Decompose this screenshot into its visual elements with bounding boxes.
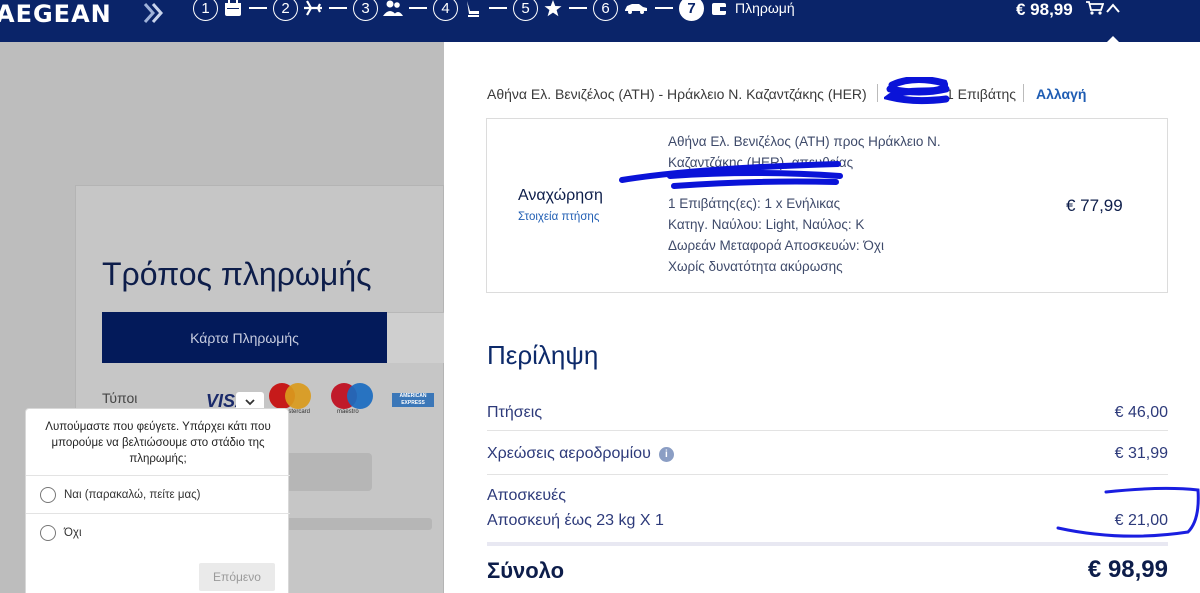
header-total-price: € 98,99 <box>1016 0 1073 19</box>
passengers-icon <box>383 0 403 17</box>
booking-steps: 1 2 3 4 5 6 7 Πληρωμή <box>193 0 795 22</box>
radio-button[interactable] <box>40 524 56 541</box>
option-label: Όχι <box>64 526 82 539</box>
step-connector <box>655 7 673 9</box>
survey-option-yes[interactable]: Ναι (παρακαλώ, πείτε μας) <box>26 475 290 513</box>
divider <box>487 430 1168 431</box>
step-label-payment: Πληρωμή <box>735 0 795 16</box>
total-divider <box>487 542 1168 546</box>
step-7-payment[interactable]: 7 Πληρωμή <box>679 0 795 21</box>
tab-payment-card[interactable]: Κάρτα Πληρωμής <box>102 312 387 363</box>
step-connector <box>409 7 427 9</box>
row-amount: € 31,99 <box>1114 445 1168 462</box>
flight-price: € 77,99 <box>1066 196 1123 215</box>
star-icon <box>543 0 563 17</box>
cart-icon[interactable] <box>1086 0 1105 21</box>
row-amount: € 21,00 <box>1114 512 1168 529</box>
trip-passengers: 1 Επιβάτης <box>946 86 1016 102</box>
survey-option-no[interactable]: Όχι <box>26 513 290 551</box>
step-number: 7 <box>679 0 704 21</box>
summary-row-baggage-item: Αποσκευή έως 23 kg X 1 € 21,00 <box>487 512 1168 530</box>
row-label: Πτήσεις <box>487 404 543 421</box>
summary-row-airport-fees: Χρεώσεις αεροδρομίου i € 31,99 <box>487 445 1168 463</box>
total-amount: € 98,99 <box>1087 556 1168 583</box>
chevron-up-icon[interactable] <box>1105 1 1121 19</box>
flight-route-line2: Καζαντζάκης (HER), απευθείας <box>668 154 854 170</box>
top-navigation-bar: AEGEAN 1 2 3 4 5 6 7 Πληρωμή € 98,99 <box>0 0 1200 43</box>
step-6[interactable]: 6 <box>593 0 679 21</box>
step-number: 6 <box>593 0 618 21</box>
step-number: 3 <box>353 0 378 21</box>
amex-logo: AMERICAN EXPRESS <box>392 393 434 407</box>
step-3[interactable]: 3 <box>353 0 433 21</box>
info-icon[interactable]: i <box>658 447 674 462</box>
survey-next-button[interactable]: Επόμενο <box>199 563 275 591</box>
flight-details-link[interactable]: Στοιχεία πτήσης <box>518 211 599 223</box>
step-connector <box>249 7 267 9</box>
divider <box>1023 84 1024 102</box>
divider <box>877 84 878 102</box>
aegean-logo[interactable]: AEGEAN <box>0 0 112 28</box>
card-types-label: Τύποι <box>102 390 138 406</box>
seat-icon <box>463 0 483 17</box>
option-label: Ναι (παρακαλώ, πείτε μας) <box>64 488 201 501</box>
summary-title: Περίληψη <box>487 340 599 370</box>
trip-route: Αθήνα Ελ. Βενιζέλος (ATH) - Ηράκλειο Ν. … <box>487 86 867 102</box>
row-label: Αποσκευή έως 23 kg X 1 <box>487 512 664 529</box>
step-connector <box>489 7 507 9</box>
plane-icon <box>303 0 323 17</box>
divider <box>487 474 1168 475</box>
aegean-logo-mark-icon <box>143 2 167 30</box>
flight-cancellation: Χωρίς δυνατότητα ακύρωσης <box>668 258 843 274</box>
car-icon <box>623 0 649 17</box>
change-trip-link[interactable]: Αλλαγή <box>1036 86 1086 102</box>
calendar-icon <box>223 0 243 17</box>
summary-row-baggage-heading: Αποσκευές <box>487 487 1168 505</box>
flight-passengers: 1 Επιβάτης(ες): 1 x Ενήλικας <box>668 196 841 212</box>
maestro-logo-icon <box>331 383 373 409</box>
step-connector <box>329 7 347 9</box>
total-label: Σύνολο <box>487 558 565 583</box>
mastercard-logo-icon <box>269 383 311 409</box>
flight-baggage: Δωρεάν Μεταφορά Αποσκευών: Όχι <box>668 237 884 253</box>
step-number: 1 <box>193 0 218 21</box>
survey-question: Λυπούμαστε που φεύγετε. Υπάρχει κάτι που… <box>45 421 271 465</box>
step-number: 5 <box>513 0 538 21</box>
step-number: 4 <box>433 0 458 21</box>
row-amount: € 46,00 <box>1114 404 1168 421</box>
step-2[interactable]: 2 <box>273 0 353 21</box>
flight-route-line1: Αθήνα Ελ. Βενιζέλος (ATH) προς Ηράκλειο … <box>668 134 941 149</box>
step-connector <box>569 7 587 9</box>
placeholder-field <box>278 518 432 530</box>
step-5[interactable]: 5 <box>513 0 593 21</box>
redacted-line <box>668 174 988 195</box>
summary-row-flights: Πτήσεις € 46,00 <box>487 404 1168 422</box>
flight-fare-class: Κατηγ. Ναύλου: Light, Ναύλος: K <box>668 217 865 233</box>
step-4[interactable]: 4 <box>433 0 513 21</box>
row-label: Αποσκευές <box>487 487 566 504</box>
flight-details: Αθήνα Ελ. Βενιζέλος (ATH) προς Ηράκλειο … <box>668 132 988 278</box>
tab-other-method[interactable] <box>387 312 444 363</box>
row-label: Χρεώσεις αεροδρομίου <box>487 445 651 462</box>
payment-method-title: Τρόπος πληρωμής <box>102 256 372 292</box>
maestro-label: maestro <box>337 409 359 415</box>
wallet-icon <box>709 0 729 17</box>
departure-title: Αναχώρηση <box>518 187 603 204</box>
chevron-down-icon <box>245 398 255 405</box>
exit-survey-popup: Λυπούμαστε που φεύγετε. Υπάρχει κάτι που… <box>25 408 290 593</box>
step-1[interactable]: 1 <box>193 0 273 21</box>
radio-button[interactable] <box>40 486 56 503</box>
step-number: 2 <box>273 0 298 21</box>
